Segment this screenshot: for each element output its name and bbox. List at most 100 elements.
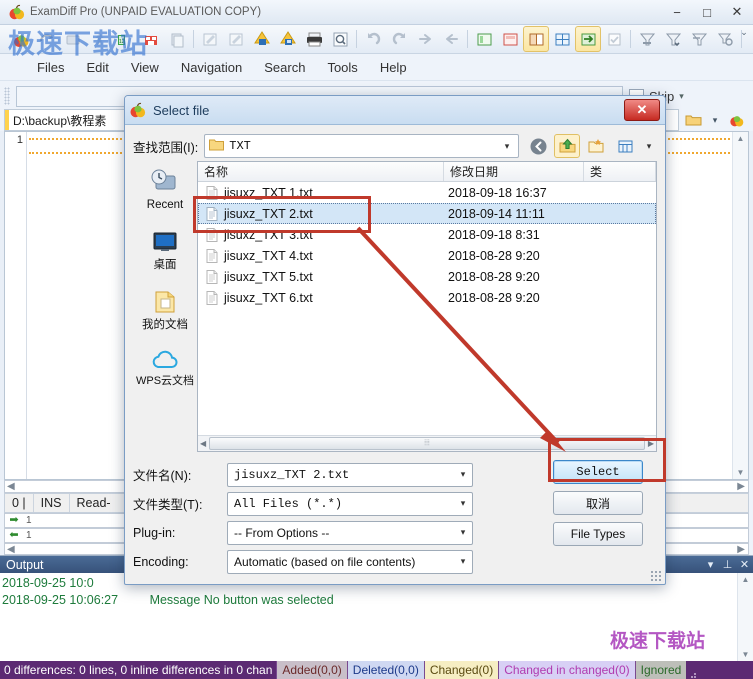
encoding-select[interactable]: Automatic (based on file contents) ▾ <box>227 550 473 574</box>
place-desktop[interactable]: 桌面 <box>135 227 195 285</box>
scroll-down-arrow-icon[interactable]: ▼ <box>737 468 745 477</box>
look-in-value: TXT <box>229 139 495 153</box>
file-row[interactable]: jisuxz_TXT 1.txt 2018-09-18 16:37 <box>198 182 656 203</box>
file-type-caret-icon[interactable]: ▾ <box>456 498 470 509</box>
file-row[interactable]: jisuxz_TXT 3.txt 2018-09-18 8:31 <box>198 224 656 245</box>
plugin-caret-icon[interactable]: ▾ <box>456 527 470 538</box>
compare-files-icon[interactable] <box>8 26 34 52</box>
look-in-caret-icon[interactable]: ▾ <box>500 141 514 152</box>
arrow-left-green-icon[interactable]: ⬅ <box>7 530 21 542</box>
menu-item-help[interactable]: Help <box>369 57 418 78</box>
dialog-resize-grip[interactable] <box>650 570 662 582</box>
plugin-select[interactable]: -- From Options -- ▾ <box>227 521 473 545</box>
file-type-select[interactable]: All Files (*.*) ▾ <box>227 492 473 516</box>
redo-compare-icon[interactable] <box>60 26 86 52</box>
edit-right-file-icon[interactable] <box>223 26 249 52</box>
status-resize-grip[interactable] <box>686 661 698 679</box>
filter-lines-icon[interactable] <box>634 26 660 52</box>
compare-directories-icon[interactable] <box>86 26 112 52</box>
file-row[interactable]: jisuxz_TXT 5.txt 2018-08-28 9:20 <box>198 266 656 287</box>
filter-search-icon[interactable] <box>712 26 738 52</box>
save-left-icon[interactable] <box>249 26 275 52</box>
menu-item-view[interactable]: View <box>120 57 170 78</box>
hscroll-left-arrow-icon[interactable]: ◀ <box>200 439 206 448</box>
file-name-input[interactable]: jisuxz_TXT 2.txt ▾ <box>227 463 473 487</box>
output-scroll-up-icon[interactable]: ▲ <box>742 575 750 584</box>
output-scroll-down-icon[interactable]: ▼ <box>742 650 750 659</box>
output-vertical-scrollbar[interactable]: ▲ ▼ <box>737 573 753 661</box>
redo-icon[interactable] <box>386 26 412 52</box>
menu-item-search[interactable]: Search <box>253 57 316 78</box>
compare-text-icon[interactable]: 12 <box>112 26 138 52</box>
compare-clipboard-icon[interactable] <box>164 26 190 52</box>
copy-right-icon[interactable] <box>412 26 438 52</box>
up-one-level-button[interactable] <box>554 134 580 158</box>
output-dropdown-icon[interactable]: ▾ <box>702 557 719 572</box>
new-folder-button[interactable] <box>583 134 609 158</box>
output-pin-icon[interactable]: ⊥ <box>719 557 736 572</box>
file-name-cell: jisuxz_TXT 5.txt <box>198 270 444 284</box>
column-header-name[interactable]: 名称 <box>198 162 444 181</box>
encoding-caret-icon[interactable]: ▾ <box>456 556 470 567</box>
show-deleted-icon[interactable] <box>497 26 523 52</box>
column-header-date[interactable]: 修改日期 <box>444 162 584 181</box>
menu-item-edit[interactable]: Edit <box>75 57 119 78</box>
toolbar-overflow-button[interactable]: ⌄ <box>738 27 750 38</box>
menu-item-files[interactable]: Files <box>26 57 75 78</box>
recompare-icon[interactable] <box>138 26 164 52</box>
file-name-caret-icon[interactable]: ▾ <box>456 469 470 480</box>
file-list-hscrollbar[interactable]: ◀ ⦙⦙⦙ ▶ <box>198 435 656 451</box>
skip-dropdown-caret-icon[interactable]: ▾ <box>679 91 684 102</box>
file-date: 2018-08-28 9:20 <box>444 270 584 284</box>
column-header-type[interactable]: 类 <box>584 162 656 181</box>
undo-icon[interactable] <box>360 26 386 52</box>
print-icon[interactable] <box>301 26 327 52</box>
show-changed-icon[interactable] <box>523 26 549 52</box>
file-row[interactable]: jisuxz_TXT 6.txt 2018-08-28 9:20 <box>198 287 656 308</box>
file-types-button[interactable]: File Types <box>553 522 643 546</box>
maximize-button[interactable]: □ <box>693 2 721 22</box>
options-row-grip[interactable] <box>4 87 10 105</box>
place-my-documents[interactable]: 我的文档 <box>135 287 195 345</box>
file-list-rows[interactable]: jisuxz_TXT 1.txt 2018-09-18 16:37 jisuxz… <box>198 182 656 435</box>
print-preview-icon[interactable] <box>327 26 353 52</box>
right-pane-vertical-scrollbar[interactable]: ▲ ▼ <box>732 132 748 479</box>
place-wps-cloud[interactable]: WPS云文档 <box>135 347 195 405</box>
right-path-dropdown-caret-icon[interactable]: ▾ <box>705 111 725 129</box>
scroll-up-arrow-icon[interactable]: ▲ <box>737 134 745 143</box>
right-apple-fruit-icon[interactable] <box>727 111 747 129</box>
back-button[interactable] <box>525 134 551 158</box>
dialog-close-button[interactable]: ✕ <box>624 99 660 121</box>
cancel-button[interactable]: 取消 <box>553 491 643 515</box>
places-bar: Recent 桌面 我的文档 WPS云文档 <box>133 161 197 452</box>
file-row[interactable]: jisuxz_TXT 4.txt 2018-08-28 9:20 <box>198 245 656 266</box>
save-right-icon[interactable] <box>275 26 301 52</box>
show-added-icon[interactable] <box>471 26 497 52</box>
edit-left-file-icon[interactable] <box>197 26 223 52</box>
views-button[interactable] <box>612 134 638 158</box>
look-in-combo[interactable]: TXT ▾ <box>204 134 519 158</box>
check-icon[interactable] <box>601 26 627 52</box>
select-button[interactable]: Select <box>553 460 643 484</box>
filter-changed-icon[interactable] <box>686 26 712 52</box>
undo-compare-icon[interactable] <box>34 26 60 52</box>
output-close-icon[interactable]: ✕ <box>736 557 753 572</box>
sync-scroll-icon[interactable] <box>575 26 601 52</box>
menu-item-tools[interactable]: Tools <box>316 57 368 78</box>
hscroll-right-arrow-icon[interactable]: ▶ <box>648 439 654 448</box>
output-panel-body[interactable]: 2018-09-25 10:0 2018-09-25 10:06:27 Mess… <box>0 573 753 661</box>
close-button[interactable]: ✕ <box>723 2 751 22</box>
right-folder-open-icon[interactable] <box>683 111 703 129</box>
filter-added-icon[interactable] <box>660 26 686 52</box>
copy-left-icon[interactable] <box>438 26 464 52</box>
file-list[interactable]: 名称 修改日期 类 jisuxz_TXT 1.txt 2018-09-18 16… <box>197 161 657 452</box>
views-dropdown-button[interactable]: ▾ <box>641 134 657 158</box>
arrow-right-green-icon[interactable]: ➡ <box>7 515 21 527</box>
show-all-icon[interactable] <box>549 26 575 52</box>
place-recent[interactable]: Recent <box>135 167 195 225</box>
menu-item-navigation[interactable]: Navigation <box>170 57 253 78</box>
hscroll-thumb[interactable]: ⦙⦙⦙ <box>209 437 645 450</box>
file-row[interactable]: jisuxz_TXT 2.txt 2018-09-14 11:11 <box>198 203 656 224</box>
window-controls: − □ ✕ <box>663 0 751 24</box>
minimize-button[interactable]: − <box>663 2 691 22</box>
